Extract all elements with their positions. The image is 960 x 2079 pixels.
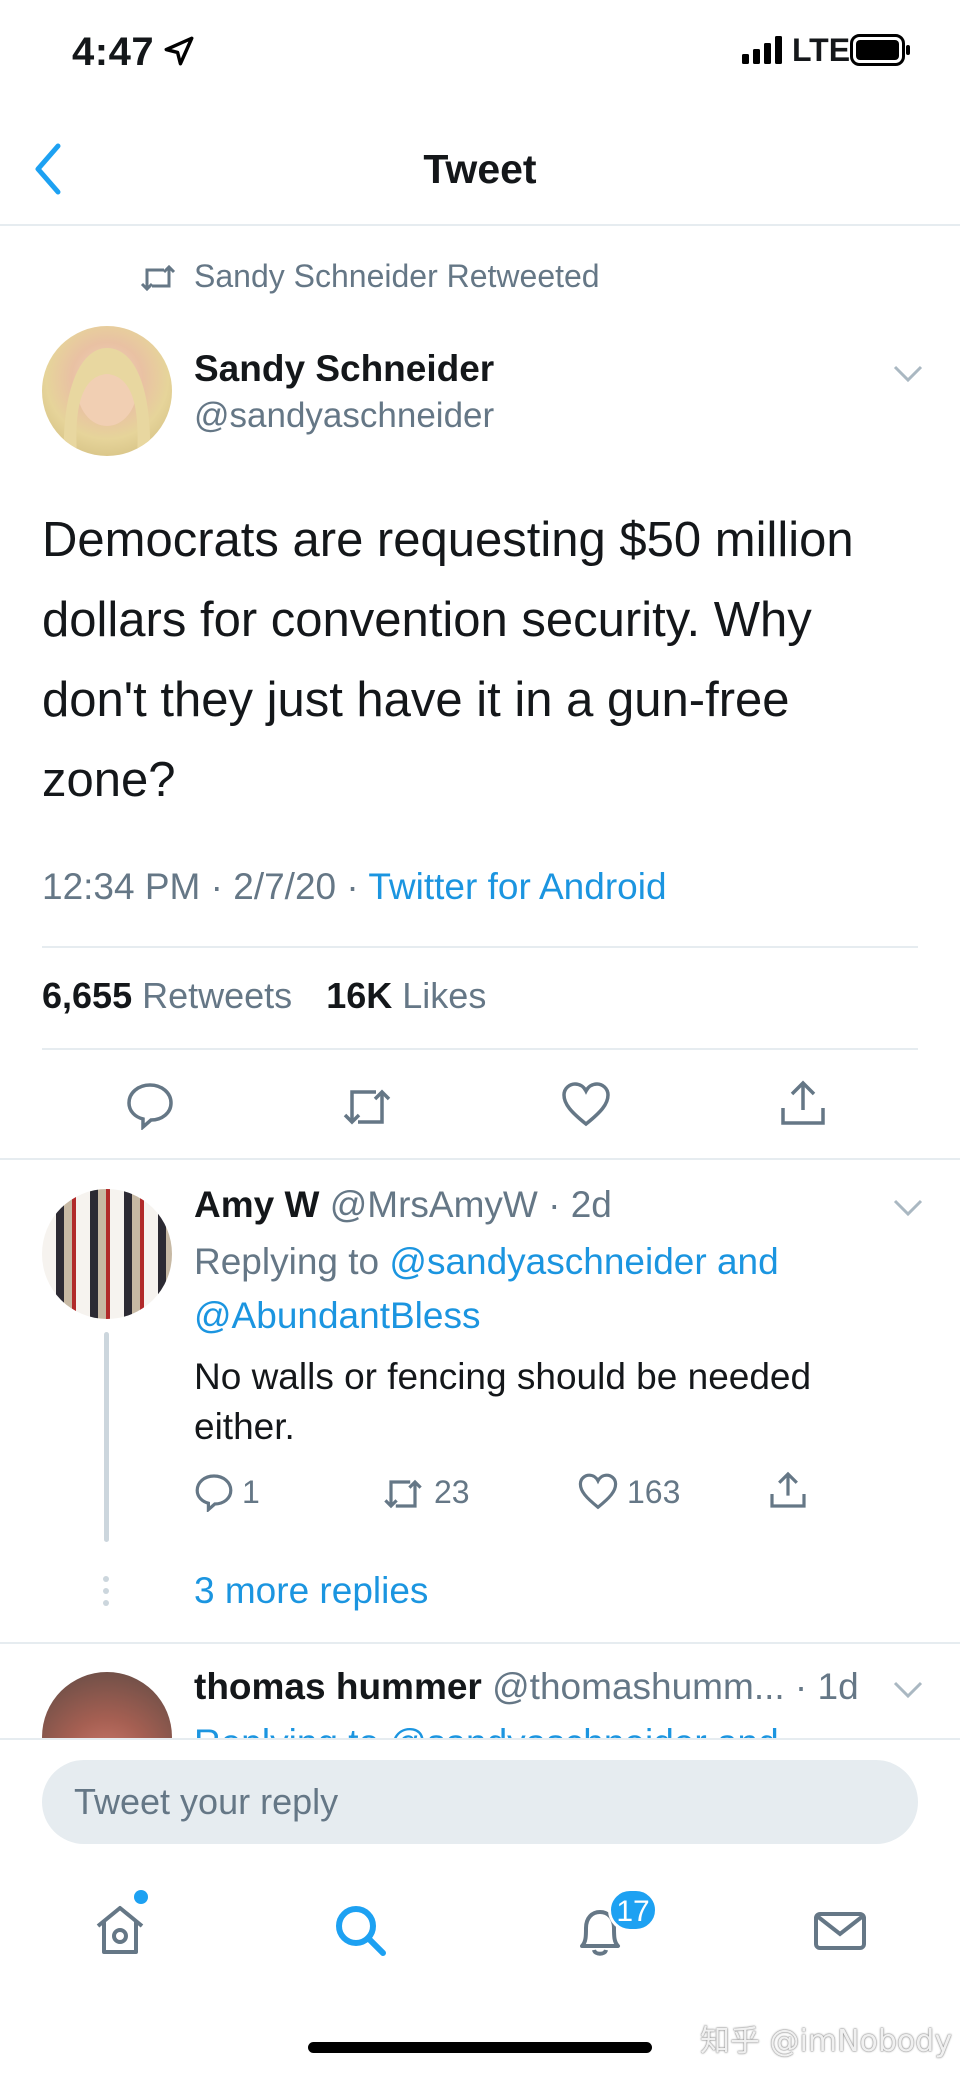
reply-text: No walls or fencing should be needed eit… bbox=[194, 1356, 812, 1447]
reply-author-name[interactable]: Amy W bbox=[194, 1184, 319, 1225]
mail-icon[interactable] bbox=[810, 1900, 870, 1960]
page-title: Tweet bbox=[423, 146, 537, 192]
share-icon[interactable] bbox=[768, 1470, 808, 1510]
replying-to-users[interactable]: Replying to @sandyaschneider and bbox=[194, 1718, 834, 1738]
author-name[interactable]: Sandy Schneider bbox=[194, 348, 494, 390]
home-icon[interactable] bbox=[90, 1900, 150, 1960]
reply-author-line: thomas hummer @thomashumm... · 1d bbox=[194, 1666, 859, 1708]
thread-line bbox=[104, 1332, 109, 1542]
author-handle[interactable]: @sandyaschneider bbox=[194, 396, 494, 436]
reply-icon[interactable] bbox=[194, 1472, 234, 1512]
thread-dot bbox=[103, 1576, 109, 1582]
watermark: 知乎 @imNobody bbox=[700, 2024, 953, 2059]
tweet-text: Democrats are requesting $50 million dol… bbox=[42, 513, 854, 807]
divider bbox=[0, 1158, 960, 1160]
reply-author-handle[interactable]: @thomashumm... bbox=[492, 1666, 785, 1707]
tweet-meta: 12:34 PM · 2/7/20 · Twitter for Android bbox=[42, 866, 667, 908]
retweets-label[interactable]: Retweets bbox=[142, 975, 292, 1016]
reply-age: · 2d bbox=[537, 1184, 612, 1225]
avatar[interactable] bbox=[42, 1189, 172, 1319]
more-replies-link[interactable]: 3 more replies bbox=[194, 1570, 428, 1612]
network-label: LTE bbox=[792, 32, 851, 68]
reply-icon[interactable] bbox=[125, 1080, 175, 1130]
divider bbox=[0, 224, 960, 226]
chevron-down-icon[interactable] bbox=[892, 364, 924, 384]
heart-icon[interactable] bbox=[578, 1472, 618, 1512]
retweeted-by-label[interactable]: Sandy Schneider Retweeted bbox=[194, 258, 600, 295]
reply-input[interactable] bbox=[42, 1760, 918, 1844]
search-icon[interactable] bbox=[330, 1900, 390, 1960]
heart-icon[interactable] bbox=[561, 1080, 611, 1130]
thread-dot bbox=[103, 1600, 109, 1606]
tweet-timestamp: 12:34 PM · 2/7/20 · bbox=[42, 866, 369, 907]
divider bbox=[42, 1048, 918, 1050]
replying-to-line: Replying to @sandyaschneider and @Abunda… bbox=[194, 1235, 914, 1343]
home-new-dot bbox=[134, 1890, 148, 1904]
status-time: 4:47 bbox=[72, 30, 155, 74]
retweet-icon bbox=[140, 265, 176, 291]
retweets-count[interactable]: 6,655 bbox=[42, 975, 132, 1016]
notifications-badge: 17 bbox=[608, 1888, 658, 1932]
signal-icon bbox=[742, 36, 782, 64]
reply-age: · 1d bbox=[784, 1666, 859, 1707]
reply-count: 1 bbox=[242, 1474, 260, 1510]
engagement-stats: 6,655 Retweets 16K Likes bbox=[42, 975, 486, 1017]
reply-author-handle[interactable]: @MrsAmyW bbox=[330, 1184, 538, 1225]
reply-author-line: Amy W @MrsAmyW · 2d bbox=[194, 1184, 612, 1226]
location-arrow-icon bbox=[164, 36, 194, 66]
retweet-count: 23 bbox=[434, 1474, 470, 1510]
divider bbox=[42, 946, 918, 948]
replying-to-prefix: Replying to bbox=[194, 1241, 390, 1282]
reply-author-name[interactable]: thomas hummer bbox=[194, 1666, 482, 1707]
retweet-icon[interactable] bbox=[383, 1474, 423, 1514]
avatar[interactable] bbox=[42, 326, 172, 456]
likes-label[interactable]: Likes bbox=[402, 975, 486, 1016]
chevron-down-icon[interactable] bbox=[892, 1680, 924, 1700]
divider bbox=[0, 1642, 960, 1644]
replying-to-line-clipped: Replying to @sandyaschneider and bbox=[194, 1718, 834, 1738]
share-icon[interactable] bbox=[778, 1078, 828, 1128]
thread-dot bbox=[103, 1588, 109, 1594]
likes-count[interactable]: 16K bbox=[326, 975, 392, 1016]
retweet-icon[interactable] bbox=[342, 1082, 392, 1132]
tweet-source-link[interactable]: Twitter for Android bbox=[368, 866, 666, 907]
chevron-down-icon[interactable] bbox=[892, 1198, 924, 1218]
like-count: 163 bbox=[627, 1474, 681, 1510]
home-indicator[interactable] bbox=[308, 2042, 652, 2053]
battery-icon bbox=[850, 34, 910, 66]
